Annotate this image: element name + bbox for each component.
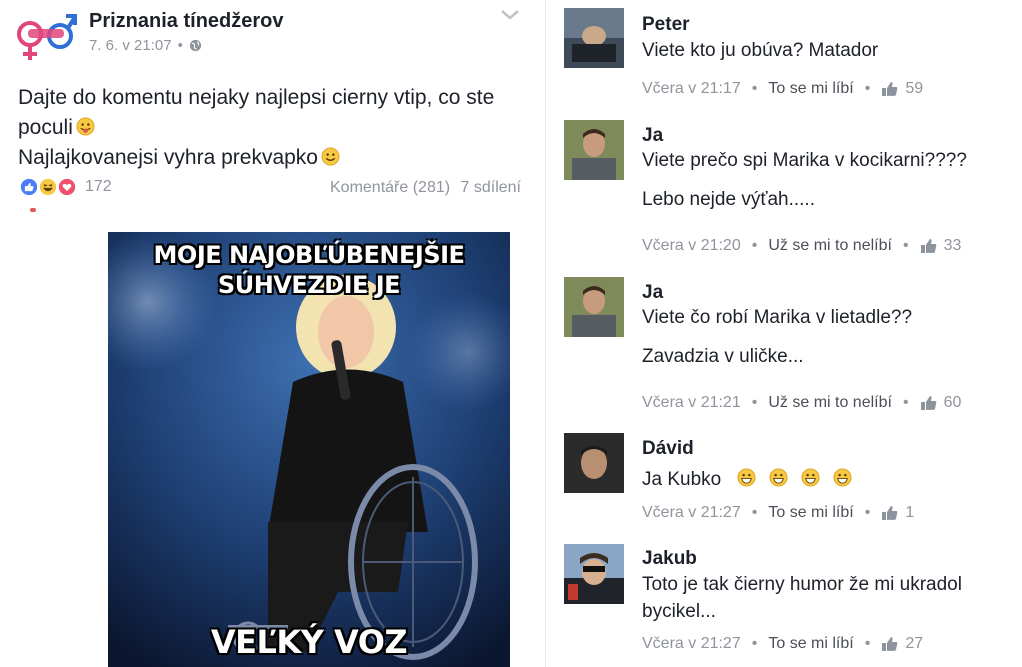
meta-dot: • [751,80,758,97]
meme-image[interactable]: MOJE NAJOBĽÚBENEJŠIE SÚHVEZDIE JE VEĽKÝ … [108,232,510,667]
comment-meta: Včera v 21:17 • To se mi líbí • 59 [642,80,923,98]
post-text-line2-wrap: poculi [18,113,528,143]
meme-top-text: MOJE NAJOBĽÚBENEJŠIE SÚHVEZDIE JE [108,240,510,300]
like-count: 59 [905,80,924,97]
meta-dot: • [864,80,871,97]
comment-author[interactable]: Ja [642,125,663,147]
shares-link[interactable]: 7 sdílení [461,179,521,196]
comment-text: Viete prečo spi Marika v kocikarni???? L… [642,147,1012,213]
unlike-button[interactable]: Už se mi to nelíbí [768,237,892,255]
comment-time[interactable]: Včera v 21:27 [642,504,741,522]
avatar[interactable] [564,544,624,604]
post-text-line3-wrap: Najlajkovanejsi vyhra prekvapko [18,143,528,173]
page-avatar[interactable] [16,12,78,64]
comment-text: Ja Kubko [642,466,1012,493]
avatar[interactable] [564,8,624,68]
comment-time[interactable]: Včera v 21:21 [642,394,741,412]
comment-line: Viete prečo spi Marika v kocikarni???? [642,150,967,171]
comment-text: Viete čo robí Marika v lietadle?? Zavadz… [642,304,1012,370]
like-button[interactable]: To se mi líbí [768,80,853,98]
thumbs-up-icon [882,637,898,651]
comment-line-gap [642,174,1012,186]
meta-dot: • [751,635,758,652]
thumbs-up-icon [882,506,898,520]
comment-author[interactable]: Ja [642,282,663,304]
meme-top-line2: SÚHVEZDIE JE [217,271,401,299]
comment-text: Toto je tak čierny humor že mi ukradol b… [642,571,1012,625]
post-text-line3: Najlajkovanejsi vyhra prekvapko [18,146,318,169]
comment-line: Lebo nejde výťah..... [642,189,815,210]
comment-line: bycikel... [642,601,716,622]
comment-line: Viete čo robí Marika v lietadle?? [642,307,913,328]
avatar[interactable] [564,433,624,493]
grin-emoji-icon [833,468,852,487]
comment-meta: Včera v 21:27 • To se mi líbí • 1 [642,504,914,522]
comment-author[interactable]: Peter [642,14,690,36]
comment-time[interactable]: Včera v 21:20 [642,237,741,255]
like-button[interactable]: To se mi líbí [768,504,853,522]
like-count: 33 [943,237,962,254]
meta-dot: • [864,635,871,652]
chevron-down-icon[interactable] [500,8,520,22]
meta-dot: • [902,237,909,254]
avatar[interactable] [564,120,624,180]
comment-time[interactable]: Včera v 21:17 [642,80,741,98]
decoration-dot [30,208,36,212]
comment-time[interactable]: Včera v 21:27 [642,635,741,653]
meta-dot: • [864,504,871,521]
post-text-line2: poculi [18,116,73,139]
meme-bottom-text: VEĽKÝ VOZ [210,623,408,661]
reactions-bar[interactable]: 172 [18,176,112,198]
comment-meta: Včera v 21:27 • To se mi líbí • 27 [642,635,923,653]
like-count: 27 [905,635,924,652]
thumbs-up-icon [920,396,936,410]
reaction-count: 172 [85,178,112,195]
grin-emoji-icon [801,468,820,487]
like-button[interactable]: To se mi líbí [768,635,853,653]
post-text: Dajte do komentu nejaky najlepsi cierny … [18,83,528,173]
comment-text: Viete kto ju obúva? Matador [642,37,1012,64]
comment-meta: Včera v 21:21 • Už se mi to nelíbí • 60 [642,394,961,412]
tongue-emoji-icon [76,117,95,136]
comment-author[interactable]: Jakub [642,548,697,570]
grin-emoji-icon [769,468,788,487]
grin-emoji-icon [736,468,756,487]
like-count: 60 [943,394,962,411]
meta-dot: • [902,394,909,411]
meta-dot: • [751,237,758,254]
thumbs-up-icon [920,239,936,253]
comment-line: Toto je tak čierny humor že mi ukradol [642,574,962,595]
page-name[interactable]: Priznania tínedžerov [89,10,284,33]
comment-line: Ja Kubko [642,469,722,490]
comment-line-gap [642,331,1012,343]
avatar[interactable] [564,277,624,337]
comments-link[interactable]: Komentáře (281) [330,179,450,196]
comment-line: Zavadzia v uličke... [642,346,804,367]
post-text-line1: Dajte do komentu nejaky najlepsi cierny … [18,86,495,109]
smile-emoji-icon [321,147,340,166]
meta-dot: • [751,394,758,411]
comment-author[interactable]: Dávid [642,438,694,460]
love-reaction-icon [56,176,78,198]
comment-line: Viete kto ju obúva? Matador [642,40,879,61]
meme-top-line1: MOJE NAJOBĽÚBENEJŠIE [153,241,465,269]
globe-icon [189,39,201,52]
post-date[interactable]: 7. 6. v 21:07 [89,37,172,54]
comments-list: Peter Viete kto ju obúva? Matador Včera … [546,0,1022,667]
unlike-button[interactable]: Už se mi to nelíbí [768,394,892,412]
post-meta: 7. 6. v 21:07 • [89,37,202,54]
meta-dot: • [177,37,183,54]
like-count: 1 [905,504,915,521]
meta-dot: • [751,504,758,521]
comment-meta: Včera v 21:20 • Už se mi to nelíbí • 33 [642,237,961,255]
post-stats: Komentáře (281) 7 sdílení [330,179,521,197]
thumbs-up-icon [882,82,898,96]
post: Priznania tínedžerov 7. 6. v 21:07 • Daj… [0,0,545,667]
